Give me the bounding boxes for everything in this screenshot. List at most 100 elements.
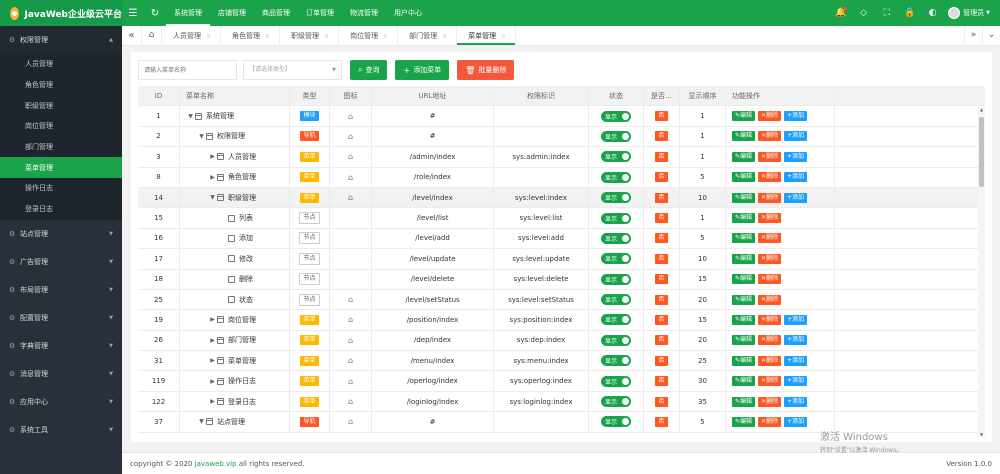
status-toggle[interactable]: 显示 <box>601 130 631 142</box>
delete-button[interactable]: ✕删除 <box>758 294 782 305</box>
caret-right-icon[interactable]: ▶ <box>208 357 217 364</box>
add-button[interactable]: +添加 <box>784 131 808 142</box>
caret-right-icon[interactable]: ▶ <box>208 398 217 405</box>
sidebar-group-open[interactable]: ⚙ 权限管理 ▲ <box>0 26 122 54</box>
add-menu-button[interactable]: + 添加菜单 <box>395 60 450 80</box>
add-button[interactable]: +添加 <box>784 416 808 427</box>
close-icon[interactable]: × <box>501 33 506 40</box>
edit-button[interactable]: ✎编辑 <box>732 131 756 142</box>
header-id[interactable]: ID <box>138 86 180 106</box>
sidebar-sub-item[interactable]: 人员管理 <box>0 54 122 75</box>
tab-item[interactable]: 职级管理 × <box>280 25 340 46</box>
table-row[interactable]: 26 ▶ 部门管理 菜单 ⌂/dep/index sys:dep:index 显示否 20 ✎编… <box>138 330 985 352</box>
sidebar-group[interactable]: ⚙ 系统工具 ▼ <box>0 416 122 444</box>
delete-button[interactable]: ✕删除 <box>758 274 782 285</box>
brand[interactable]: JavaWeb企业级云平台 <box>0 0 122 26</box>
add-button[interactable]: +添加 <box>784 314 808 325</box>
tabs-scroll-left-icon[interactable]: « <box>122 25 142 46</box>
table-row[interactable]: 119 ▶ 操作日志 菜单 ⌂ /operlog/index sys:operlog:ind… <box>138 371 985 392</box>
sidebar-group[interactable]: ⚙ 字典管理 ▼ <box>0 332 122 360</box>
sidebar-group[interactable]: ⚙ 应用中心 ▼ <box>0 388 122 416</box>
edit-button[interactable]: ✎编辑 <box>732 192 756 203</box>
theme-icon[interactable]: ◐ <box>921 8 944 18</box>
notification-bell-icon[interactable]: 🔔 <box>829 7 852 18</box>
top-nav-item[interactable]: 订单管理 <box>298 0 342 26</box>
edit-button[interactable]: ✎编辑 <box>732 396 756 407</box>
scroll-down-icon[interactable]: ▼ <box>978 432 985 437</box>
table-row[interactable]: 122 ▶ 登录日志 菜单 ⌂ /loginlog/index sys:loginlog:i… <box>138 391 985 413</box>
close-icon[interactable]: × <box>442 33 447 40</box>
status-toggle[interactable]: 显示 <box>601 273 631 285</box>
fullscreen-icon[interactable]: ⛶ <box>875 8 898 18</box>
tag-icon[interactable]: ◇ <box>852 8 875 18</box>
tabs-menu-chevron-icon[interactable]: ⌄ <box>982 25 1000 46</box>
tab-item[interactable]: 部门管理 × <box>398 25 458 46</box>
add-button[interactable]: +添加 <box>784 396 808 407</box>
status-toggle[interactable]: 显示 <box>601 294 631 306</box>
table-row[interactable]: 8 ▶ 角色管理 菜单 ⌂/role/index 显示否 5 ✎编辑 ✕删除 +添加 <box>138 167 985 188</box>
delete-button[interactable]: ✕删除 <box>758 314 782 325</box>
delete-button[interactable]: ✕删除 <box>758 192 782 203</box>
delete-button[interactable]: ✕删除 <box>758 416 782 427</box>
edit-button[interactable]: ✎编辑 <box>732 151 756 162</box>
table-row[interactable]: 3 ▶ 人员管理 菜单 ⌂ /admin/index sys:admin:index 显示 否 1… <box>138 147 985 168</box>
menu-type-select[interactable]: 【请选择类型】 ▼ <box>243 60 342 80</box>
edit-button[interactable]: ✎编辑 <box>732 172 756 183</box>
delete-button[interactable]: ✕删除 <box>758 376 782 387</box>
edit-button[interactable]: ✎编辑 <box>732 274 756 285</box>
table-row[interactable]: 15 列表 节点/level/list sys:level:list 显示否 1 ✎编辑 ✕删… <box>138 208 985 229</box>
edit-button[interactable]: ✎编辑 <box>732 253 756 264</box>
status-toggle[interactable]: 显示 <box>601 396 631 408</box>
edit-button[interactable]: ✎编辑 <box>732 111 756 122</box>
status-toggle[interactable]: 显示 <box>601 192 631 204</box>
status-toggle[interactable]: 显示 <box>601 253 631 265</box>
close-icon[interactable]: × <box>383 33 388 40</box>
caret-down-icon[interactable]: ▼ <box>186 113 195 120</box>
status-toggle[interactable]: 显示 <box>601 212 631 224</box>
tab-item[interactable]: 岗位管理 × <box>339 25 399 46</box>
tab-item[interactable]: 菜单管理 × <box>457 25 517 46</box>
add-button[interactable]: +添加 <box>784 335 808 346</box>
sidebar-sub-item[interactable]: 职级管理 <box>0 95 122 116</box>
sidebar-sub-item[interactable]: 部门管理 <box>0 137 122 158</box>
add-button[interactable]: +添加 <box>784 111 808 122</box>
table-row[interactable]: 14 ▼ 职级管理 菜单 ⌂ /level/index sys:level:index 显示 否… <box>138 187 985 209</box>
sidebar-sub-item[interactable]: 角色管理 <box>0 75 122 96</box>
add-button[interactable]: +添加 <box>784 151 808 162</box>
edit-button[interactable]: ✎编辑 <box>732 314 756 325</box>
delete-button[interactable]: ✕删除 <box>758 335 782 346</box>
status-toggle[interactable]: 显示 <box>601 171 631 183</box>
header-status[interactable]: 状态 <box>589 86 644 106</box>
caret-down-icon[interactable]: ▼ <box>197 133 206 140</box>
site-link[interactable]: javaweb.vip <box>195 460 237 468</box>
add-button[interactable]: +添加 <box>784 376 808 387</box>
top-nav-item[interactable]: 商品管理 <box>254 0 298 26</box>
sidebar-group[interactable]: ⚙ 消息管理 ▼ <box>0 360 122 388</box>
home-tab-icon[interactable]: ⌂ <box>142 25 162 46</box>
status-toggle[interactable]: 显示 <box>601 334 631 346</box>
sidebar-sub-item[interactable]: 菜单管理 <box>0 157 122 179</box>
table-scrollbar[interactable]: ▲ ▼ <box>978 107 985 437</box>
header-open[interactable]: 是否… <box>644 86 680 106</box>
sidebar-sub-item[interactable]: 登录日志 <box>0 199 122 220</box>
close-icon[interactable]: × <box>265 33 270 40</box>
sidebar-sub-item[interactable]: 岗位管理 <box>0 116 122 137</box>
tabs-scroll-right-icon[interactable]: » <box>964 25 982 46</box>
top-nav-item[interactable]: 物流管理 <box>342 0 386 26</box>
tab-item[interactable]: 角色管理 × <box>221 25 281 46</box>
menu-toggle-icon[interactable]: ☰ <box>122 8 144 19</box>
delete-button[interactable]: ✕删除 <box>758 355 782 366</box>
top-nav-item[interactable]: 系统管理 <box>166 0 210 26</box>
tab-item[interactable]: 人员管理 × <box>162 25 222 46</box>
user-menu[interactable]: 管理员 ▼ <box>948 7 990 19</box>
table-row[interactable]: 31 ▶ 菜单管理 菜单 ⌂ /menu/index sys:menu:index 显示 否 25… <box>138 351 985 372</box>
sidebar-group[interactable]: ⚙ 配置管理 ▼ <box>0 304 122 332</box>
table-row[interactable]: 1 ▼ 系统管理 模块 ⌂ # 显示否 1 ✎编辑 ✕删除 +添加 <box>138 106 985 127</box>
delete-button[interactable]: ✕删除 <box>758 131 782 142</box>
table-row[interactable]: 18 删除 节点/level/delete sys:level:delete 显示 否 15… <box>138 269 985 290</box>
top-nav-item[interactable]: 店铺管理 <box>210 0 254 26</box>
add-button[interactable]: +添加 <box>784 172 808 183</box>
close-icon[interactable]: × <box>324 33 329 40</box>
status-toggle[interactable]: 显示 <box>601 375 631 387</box>
add-button[interactable]: +添加 <box>784 355 808 366</box>
